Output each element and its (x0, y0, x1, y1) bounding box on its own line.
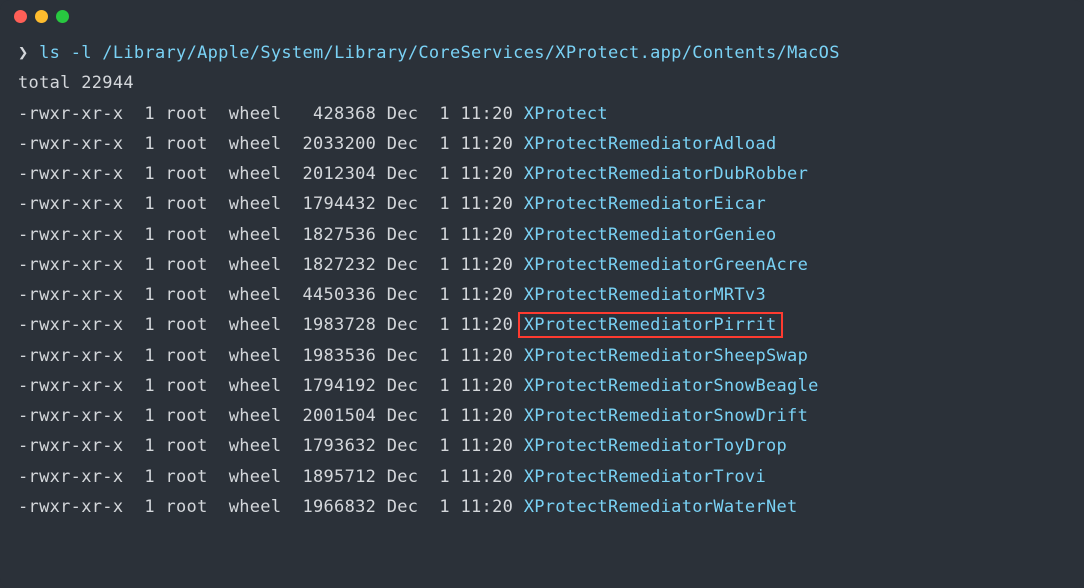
total-line: total 22944 (18, 68, 1066, 98)
file-name: XProtectRemediatorGreenAcre (524, 255, 808, 275)
file-row: -rwxr-xr-x 1 root wheel 1794432 Dec 1 11… (18, 189, 1066, 219)
terminal-window: ❯ ls -l /Library/Apple/System/Library/Co… (0, 0, 1084, 588)
terminal-content[interactable]: ❯ ls -l /Library/Apple/System/Library/Co… (0, 32, 1084, 540)
file-meta: -rwxr-xr-x 1 root wheel 1793632 Dec 1 11… (18, 436, 524, 456)
file-row: -rwxr-xr-x 1 root wheel 1793632 Dec 1 11… (18, 431, 1066, 461)
file-meta: -rwxr-xr-x 1 root wheel 1983728 Dec 1 11… (18, 315, 524, 335)
file-meta: -rwxr-xr-x 1 root wheel 428368 Dec 1 11:… (18, 104, 524, 124)
file-row: -rwxr-xr-x 1 root wheel 1983536 Dec 1 11… (18, 341, 1066, 371)
file-meta: -rwxr-xr-x 1 root wheel 2033200 Dec 1 11… (18, 134, 524, 154)
file-row: -rwxr-xr-x 1 root wheel 1966832 Dec 1 11… (18, 492, 1066, 522)
file-meta: -rwxr-xr-x 1 root wheel 2012304 Dec 1 11… (18, 164, 524, 184)
file-row: -rwxr-xr-x 1 root wheel 2012304 Dec 1 11… (18, 159, 1066, 189)
file-row: -rwxr-xr-x 1 root wheel 1794192 Dec 1 11… (18, 371, 1066, 401)
file-meta: -rwxr-xr-x 1 root wheel 1827232 Dec 1 11… (18, 255, 524, 275)
file-row: -rwxr-xr-x 1 root wheel 4450336 Dec 1 11… (18, 280, 1066, 310)
file-name: XProtectRemediatorWaterNet (524, 497, 798, 517)
file-listing: -rwxr-xr-x 1 root wheel 428368 Dec 1 11:… (18, 99, 1066, 523)
minimize-button[interactable] (35, 10, 48, 23)
close-button[interactable] (14, 10, 27, 23)
file-name: XProtectRemediatorMRTv3 (524, 285, 766, 305)
file-meta: -rwxr-xr-x 1 root wheel 4450336 Dec 1 11… (18, 285, 524, 305)
command-text: ls -l /Library/Apple/System/Library/Core… (39, 43, 840, 63)
file-meta: -rwxr-xr-x 1 root wheel 1966832 Dec 1 11… (18, 497, 524, 517)
file-meta: -rwxr-xr-x 1 root wheel 2001504 Dec 1 11… (18, 406, 524, 426)
maximize-button[interactable] (56, 10, 69, 23)
file-row: -rwxr-xr-x 1 root wheel 1895712 Dec 1 11… (18, 462, 1066, 492)
file-name: XProtect (524, 104, 608, 124)
file-name: XProtectRemediatorGenieo (524, 225, 777, 245)
file-name: XProtectRemediatorDubRobber (524, 164, 808, 184)
file-meta: -rwxr-xr-x 1 root wheel 1895712 Dec 1 11… (18, 467, 524, 487)
file-name: XProtectRemediatorSnowBeagle (524, 376, 819, 396)
file-meta: -rwxr-xr-x 1 root wheel 1983536 Dec 1 11… (18, 346, 524, 366)
file-meta: -rwxr-xr-x 1 root wheel 1794432 Dec 1 11… (18, 194, 524, 214)
file-meta: -rwxr-xr-x 1 root wheel 1794192 Dec 1 11… (18, 376, 524, 396)
file-row: -rwxr-xr-x 1 root wheel 1827232 Dec 1 11… (18, 250, 1066, 280)
file-row: -rwxr-xr-x 1 root wheel 1983728 Dec 1 11… (18, 310, 1066, 340)
file-name: XProtectRemediatorAdload (524, 134, 777, 154)
file-name: XProtectRemediatorTrovi (524, 467, 766, 487)
file-meta: -rwxr-xr-x 1 root wheel 1827536 Dec 1 11… (18, 225, 524, 245)
window-titlebar (0, 0, 1084, 32)
highlight-annotation: XProtectRemediatorPirrit (518, 312, 783, 338)
file-row: -rwxr-xr-x 1 root wheel 428368 Dec 1 11:… (18, 99, 1066, 129)
file-name: XProtectRemediatorToyDrop (524, 436, 787, 456)
file-row: -rwxr-xr-x 1 root wheel 1827536 Dec 1 11… (18, 220, 1066, 250)
file-row: -rwxr-xr-x 1 root wheel 2001504 Dec 1 11… (18, 401, 1066, 431)
file-name: XProtectRemediatorEicar (524, 194, 766, 214)
file-row: -rwxr-xr-x 1 root wheel 2033200 Dec 1 11… (18, 129, 1066, 159)
prompt-line: ❯ ls -l /Library/Apple/System/Library/Co… (18, 38, 1066, 68)
file-name: XProtectRemediatorSheepSwap (524, 346, 808, 366)
file-name: XProtectRemediatorSnowDrift (524, 406, 808, 426)
prompt-symbol: ❯ (18, 43, 29, 63)
file-name: XProtectRemediatorPirrit (524, 315, 777, 335)
